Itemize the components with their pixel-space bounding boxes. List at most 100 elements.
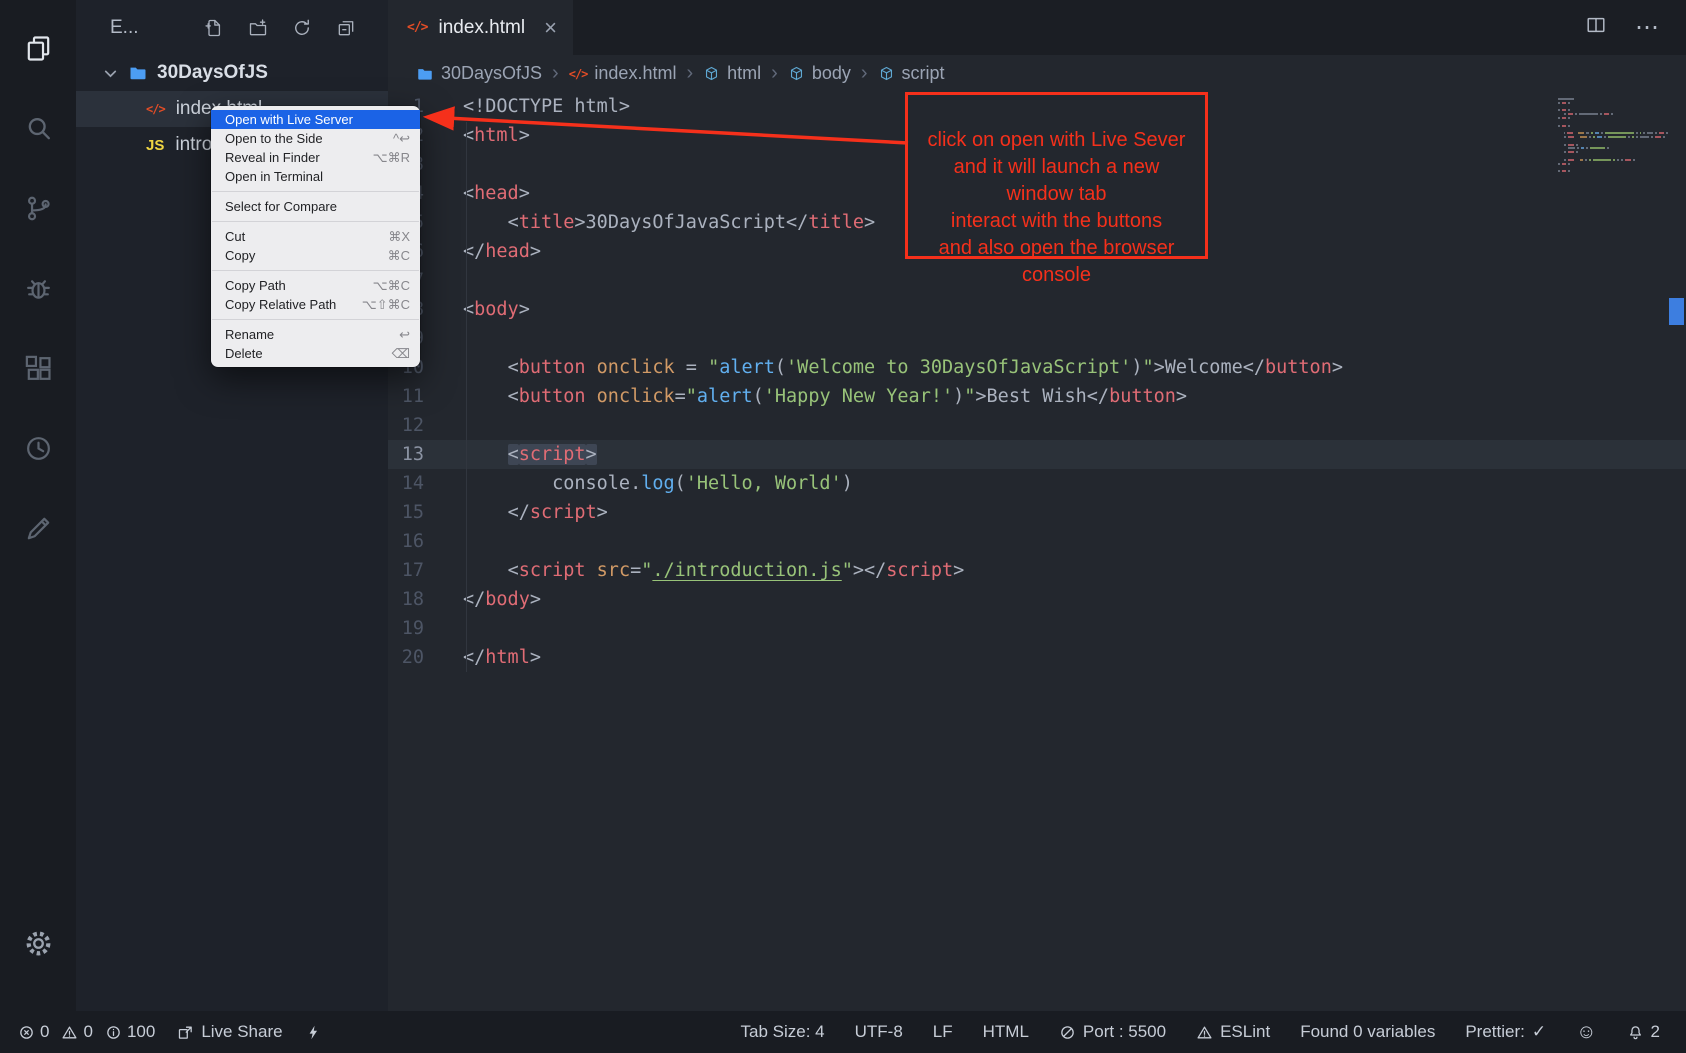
status-bar: 0 0 100 Live Share Tab Size: 4	[0, 1011, 1686, 1053]
activity-bar	[0, 0, 76, 1011]
history-icon[interactable]	[0, 408, 76, 488]
code-line-14[interactable]: 14 console.log('Hello, World')	[388, 469, 1686, 498]
breadcrumb-label: index.html	[594, 63, 676, 84]
edit-pen-icon[interactable]	[0, 488, 76, 568]
run-debug-icon[interactable]	[0, 248, 76, 328]
more-actions-icon[interactable]: ⋯	[1635, 13, 1660, 42]
code-line-9[interactable]: 9	[388, 324, 1686, 353]
info-icon	[105, 1024, 122, 1041]
warning-icon	[61, 1024, 78, 1041]
search-icon[interactable]	[0, 88, 76, 168]
notification-count: 2	[1651, 1022, 1660, 1042]
collapse-all-icon[interactable]	[336, 18, 356, 38]
breadcrumb-separator: ›	[686, 62, 693, 85]
warning-icon	[1196, 1024, 1213, 1041]
menu-item-open-in-terminal[interactable]: Open in Terminal	[211, 167, 420, 186]
html-file-icon: </>	[569, 67, 588, 81]
breadcrumb-label: script	[902, 63, 945, 84]
tab-size-indicator[interactable]: Tab Size: 4	[741, 1022, 825, 1042]
code-line-12[interactable]: 12	[388, 411, 1686, 440]
breadcrumb-item-folder[interactable]: 30DaysOfJS	[416, 63, 542, 84]
problems-indicator[interactable]: 0 0 100	[18, 1022, 155, 1042]
live-share-label: Live Share	[201, 1022, 282, 1042]
code-line-11[interactable]: 11 <button onclick="alert('Happy New Yea…	[388, 382, 1686, 411]
folder-icon	[416, 65, 434, 83]
eslint-label: ESLint	[1220, 1022, 1270, 1042]
error-icon	[18, 1024, 35, 1041]
language-indicator[interactable]: HTML	[983, 1022, 1029, 1042]
code-line-20[interactable]: 20</html>	[388, 643, 1686, 672]
code-line-18[interactable]: 18</body>	[388, 585, 1686, 614]
eslint-indicator[interactable]: ESLint	[1196, 1022, 1270, 1042]
code-line-15[interactable]: 15 </script>	[388, 498, 1686, 527]
explorer-title: E...	[110, 17, 139, 39]
check-icon: ✓	[1532, 1022, 1546, 1042]
menu-item-copy[interactable]: Copy⌘C	[211, 246, 420, 265]
breadcrumb-item-body[interactable]: body	[788, 63, 851, 84]
breadcrumb-item-file[interactable]: </> index.html	[569, 63, 677, 84]
overview-ruler-marker	[1669, 298, 1684, 325]
menu-item-delete[interactable]: Delete⌫	[211, 344, 420, 363]
breadcrumb-label: body	[812, 63, 851, 84]
prettier-indicator[interactable]: Prettier: ✓	[1465, 1022, 1546, 1042]
tab-index-html[interactable]: </> index.html ×	[388, 0, 573, 55]
notifications-bell[interactable]: 2	[1627, 1022, 1660, 1042]
indent-guide	[466, 122, 467, 672]
menu-item-open-with-live-server[interactable]: Open with Live Server	[211, 110, 420, 129]
menu-item-cut[interactable]: Cut⌘X	[211, 227, 420, 246]
split-editor-icon[interactable]	[1585, 14, 1607, 41]
breadcrumb-item-script[interactable]: script	[878, 63, 945, 84]
code-line-10[interactable]: 10 <button onclick = "alert('Welcome to …	[388, 353, 1686, 382]
menu-item-copy-relative-path[interactable]: Copy Relative Path⌥⇧⌘C	[211, 295, 420, 314]
breadcrumb-item-html[interactable]: html	[703, 63, 761, 84]
html-file-icon: </>	[407, 20, 427, 35]
error-count: 0	[40, 1022, 49, 1042]
port-indicator[interactable]: Port : 5500	[1059, 1022, 1166, 1042]
settings-gear-icon[interactable]	[0, 903, 76, 983]
live-share-icon	[177, 1024, 194, 1041]
breadcrumb: 30DaysOfJS › </> index.html › html › bod…	[388, 55, 1686, 92]
breadcrumb-separator: ›	[552, 62, 559, 85]
explorer-icon[interactable]	[0, 8, 76, 88]
menu-item-rename[interactable]: Rename↩	[211, 325, 420, 344]
extensions-icon[interactable]	[0, 328, 76, 408]
source-control-icon[interactable]	[0, 168, 76, 248]
breadcrumb-label: html	[727, 63, 761, 84]
breadcrumb-label: 30DaysOfJS	[441, 63, 542, 84]
live-share-button[interactable]: Live Share	[177, 1022, 282, 1042]
symbol-cube-icon	[788, 65, 805, 82]
refresh-icon[interactable]	[292, 18, 312, 38]
menu-item-copy-path[interactable]: Copy Path⌥⌘C	[211, 276, 420, 295]
folder-label: 30DaysOfJS	[157, 62, 268, 84]
feedback-smiley-icon[interactable]: ☺	[1576, 1021, 1596, 1044]
vscode-window: E... 30DaysOfJS </> index.html	[0, 0, 1686, 1053]
info-count: 100	[127, 1022, 155, 1042]
folder-row-30daysofjs[interactable]: 30DaysOfJS	[76, 55, 388, 91]
explorer-pane-header: E...	[76, 0, 388, 55]
code-line-8[interactable]: 8<body>	[388, 295, 1686, 324]
code-line-13[interactable]: 13 <script>	[388, 440, 1686, 469]
variables-indicator[interactable]: Found 0 variables	[1300, 1022, 1435, 1042]
new-folder-icon[interactable]	[248, 18, 268, 38]
tab-bar: </> index.html × ⋯	[388, 0, 1686, 55]
lightning-icon[interactable]	[305, 1024, 322, 1041]
code-line-17[interactable]: 17 <script src="./introduction.js"></scr…	[388, 556, 1686, 585]
symbol-cube-icon	[703, 65, 720, 82]
code-line-16[interactable]: 16	[388, 527, 1686, 556]
bell-icon	[1627, 1024, 1644, 1041]
menu-item-open-to-the-side[interactable]: Open to the Side^↩	[211, 129, 420, 148]
chevron-down-icon	[102, 65, 119, 82]
menu-item-reveal-in-finder[interactable]: Reveal in Finder⌥⌘R	[211, 148, 420, 167]
eol-indicator[interactable]: LF	[933, 1022, 953, 1042]
port-label: Port : 5500	[1083, 1022, 1166, 1042]
close-icon[interactable]: ×	[544, 17, 557, 39]
menu-item-select-for-compare[interactable]: Select for Compare	[211, 197, 420, 216]
tab-label: index.html	[438, 17, 525, 39]
new-file-icon[interactable]	[204, 18, 224, 38]
encoding-indicator[interactable]: UTF-8	[855, 1022, 903, 1042]
code-line-19[interactable]: 19	[388, 614, 1686, 643]
breadcrumb-separator: ›	[861, 62, 868, 85]
minimap[interactable]	[1558, 98, 1670, 174]
js-file-icon: JS	[146, 137, 164, 154]
folder-icon	[128, 63, 148, 83]
